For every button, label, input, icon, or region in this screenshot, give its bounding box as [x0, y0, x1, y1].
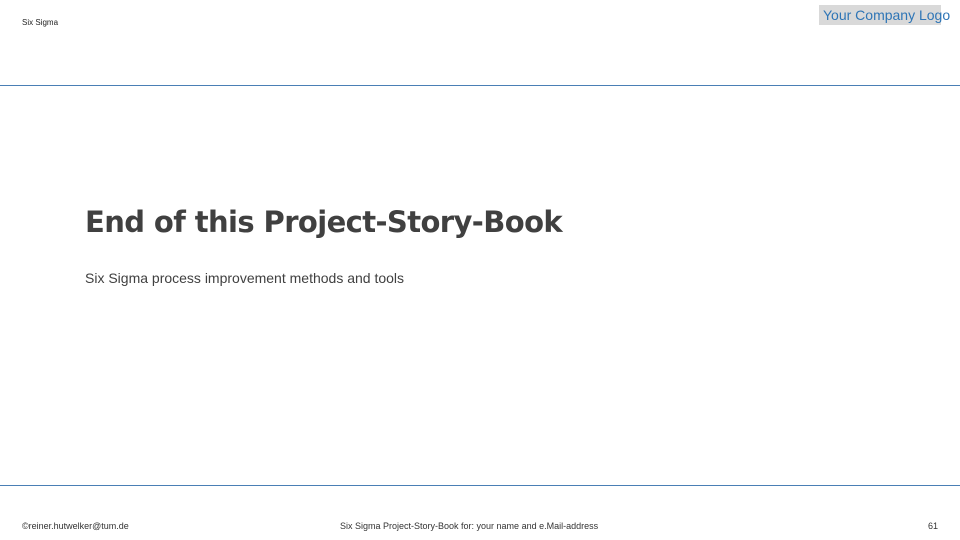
section-label: Six Sigma — [22, 18, 59, 27]
slide: Six Sigma Your Company Logo End of this … — [0, 0, 960, 540]
header-divider — [0, 85, 960, 86]
slide-subtitle: Six Sigma process improvement methods an… — [85, 270, 405, 286]
footer-book-label: Six Sigma Project-Story-Book for: your n… — [340, 521, 599, 531]
page-number: 61 — [927, 521, 938, 531]
company-logo-text: Your Company Logo — [823, 7, 951, 23]
footer-divider — [0, 485, 960, 486]
footer-author: ©reiner.hutwelker@tum.de — [22, 521, 129, 531]
slide-title: End of this Project-Story-Book — [85, 205, 563, 239]
